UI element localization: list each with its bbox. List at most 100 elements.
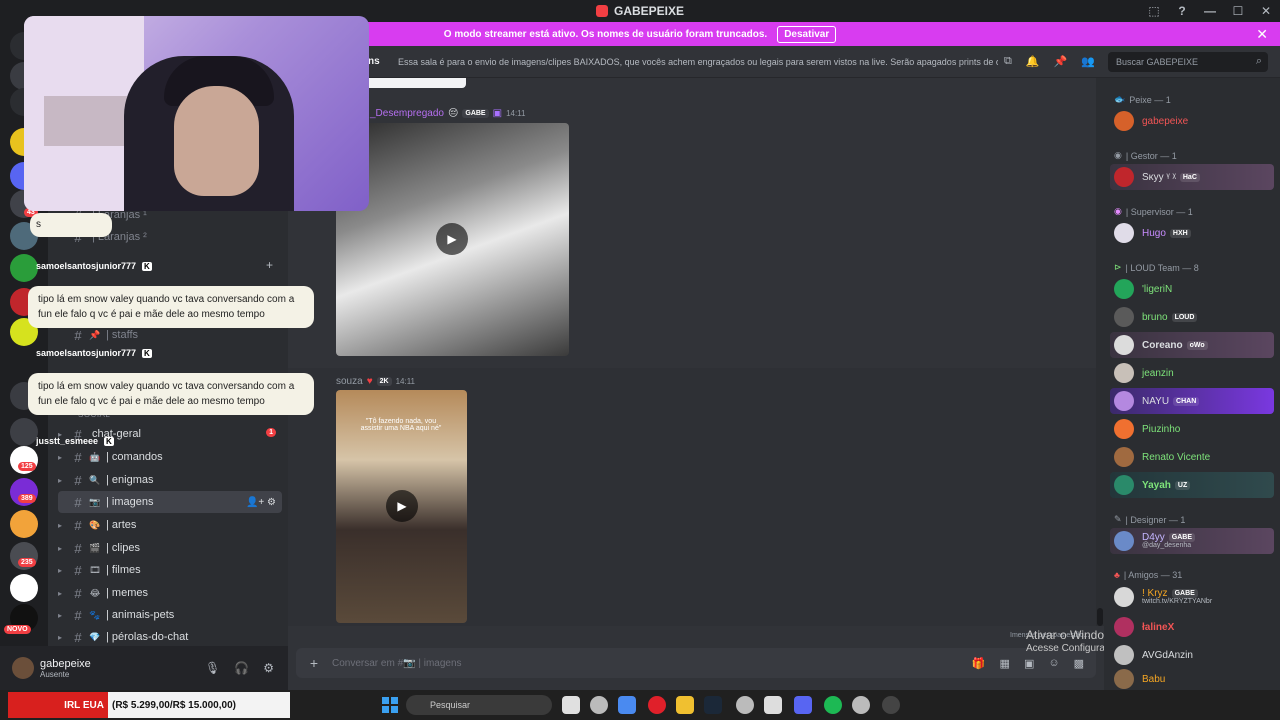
video-attachment[interactable]: ▶ <box>336 123 569 356</box>
app-icon[interactable] <box>852 696 870 714</box>
member-item[interactable]: ! Kryz GABE twitch.tv/KRYZTYANbr <box>1110 584 1274 610</box>
channel-item-clipes[interactable]: ▸ # 🎬 | clipes <box>58 537 282 559</box>
kick-icon: K <box>104 436 114 446</box>
member-item[interactable]: Sκуу ᵞ ᵡ HaC <box>1110 164 1274 190</box>
hash-icon: # <box>74 327 82 343</box>
sticker-icon[interactable]: ▣ <box>1024 657 1034 670</box>
server-icon[interactable] <box>10 254 38 282</box>
scrollbar[interactable] <box>1096 78 1104 626</box>
help-icon[interactable]: ? <box>1168 4 1196 18</box>
search-input[interactable]: Buscar GABEPEIXE ⌕ <box>1108 52 1268 72</box>
channel-item-artes[interactable]: ▸ # 🎨 | artes <box>58 514 282 536</box>
play-icon[interactable]: ▶ <box>386 490 418 522</box>
close-window-button[interactable]: ✕ <box>1252 4 1280 18</box>
video-attachment[interactable]: "Tô fazendo nada, vou assistir uma NBA a… <box>336 390 467 623</box>
app-icon[interactable] <box>590 696 608 714</box>
app-icon[interactable] <box>736 696 754 714</box>
avatar <box>1114 587 1134 607</box>
role-header-amigos: ♣ | Amigos — 31 <box>1114 570 1183 580</box>
message-header: _Desempregado 😔 GABE ▣ 14:11 <box>370 108 526 119</box>
channel-item-enigmas[interactable]: ▸ # 🔍 | enigmas <box>58 469 282 491</box>
discord-icon[interactable] <box>794 696 812 714</box>
search-icon: ⌕ <box>1255 55 1262 67</box>
headphones-icon[interactable]: 🎧 <box>234 661 249 675</box>
member-item[interactable]: AVGdAnzin <box>1110 642 1274 668</box>
bell-icon[interactable]: 🔔 <box>1026 55 1040 68</box>
channel-item-filmes[interactable]: ▸ # 🎞 | filmes <box>58 559 282 581</box>
title-brand: GABEPEIXE <box>595 4 684 18</box>
attach-plus-icon[interactable]: + <box>296 655 332 671</box>
member-item[interactable]: Renato Vicente <box>1110 444 1274 470</box>
member-item[interactable]: Coreano oWo <box>1110 332 1274 358</box>
hash-icon: # <box>74 562 82 578</box>
taskbar-search-input[interactable]: Pesquisar <box>406 695 552 715</box>
member-item[interactable]: 'ligeriN <box>1110 276 1274 302</box>
server-badge: 125 <box>18 462 36 471</box>
windows-start-icon[interactable] <box>382 697 398 713</box>
user-name: gabepeixe <box>40 657 91 670</box>
member-item[interactable]: Yayah UZ <box>1110 472 1274 498</box>
fish-icon: 🐟 <box>1114 94 1126 104</box>
member-item[interactable]: gabepeixe <box>1110 108 1274 134</box>
twitch-icon: ▣ <box>492 108 503 119</box>
member-item[interactable]: D4yy GABE @day_desenha <box>1110 528 1274 554</box>
server-icon[interactable] <box>10 510 38 538</box>
avatar <box>1114 307 1134 327</box>
message-input[interactable]: + Conversar em #📷 | imagens 🎁 ▦ ▣ ☺ ▩ <box>296 648 1096 678</box>
file-icon[interactable] <box>562 696 580 714</box>
heart-icon: ♥ <box>366 376 373 387</box>
member-item[interactable]: Piuzinho <box>1110 416 1274 442</box>
gif-icon[interactable]: ▦ <box>1000 657 1010 670</box>
opera-icon[interactable] <box>648 696 666 714</box>
apps-icon[interactable]: ▩ <box>1074 657 1084 670</box>
message-header: souza ♥ 2K 14:11 <box>336 376 415 387</box>
settings-gear-icon[interactable]: ⚙ <box>263 661 274 675</box>
channel-item-perolas-do-chat[interactable]: ▸ # 💎 | pérolas-do-chat <box>58 626 282 648</box>
channel-item-imagens[interactable]: # 📷 | imagens 👤+ ⚙ <box>58 491 282 513</box>
emoji-picker-icon[interactable]: ☺ <box>1048 657 1059 670</box>
banner-text: O modo streamer está ativo. Os nomes de … <box>443 28 768 40</box>
message-author[interactable]: souza <box>336 376 363 387</box>
avatar[interactable] <box>12 657 34 679</box>
maximize-button[interactable]: ☐ <box>1224 4 1252 18</box>
overlay-chat-bubble: tipo lá em snow valey quando vc tava con… <box>28 373 314 415</box>
unread-badge: 1 <box>266 428 276 437</box>
channel-settings-icon[interactable]: 👤+ ⚙ <box>246 497 276 508</box>
message-author[interactable]: _Desempregado <box>370 108 444 119</box>
hash-icon: # <box>74 629 82 645</box>
spotify-icon[interactable] <box>824 696 842 714</box>
server-icon[interactable] <box>10 418 38 446</box>
close-banner-icon[interactable]: ✕ <box>1256 26 1268 43</box>
member-item[interactable]: łalineX <box>1110 614 1274 640</box>
deactivate-button[interactable]: Desativar <box>777 25 837 43</box>
pin-icon[interactable]: 📌 <box>1054 55 1068 68</box>
channel-topic[interactable]: Essa sala é para o envio de imagens/clip… <box>398 57 998 67</box>
member-item[interactable]: jeanzin <box>1110 360 1274 386</box>
channel-item-animais-pets[interactable]: ▸ # 🐾 | animais-pets <box>58 604 282 626</box>
microphone-icon[interactable]: 🎙 <box>205 661 220 675</box>
taskbar: IRL EUA (R$ 5.299,00/R$ 15.000,00) Pesqu… <box>0 690 1280 720</box>
inbox-icon[interactable]: ⬚ <box>1140 4 1168 18</box>
avatar <box>1114 223 1134 243</box>
add-channel-icon[interactable]: + <box>266 258 273 272</box>
threads-icon[interactable]: ⧉ <box>1004 55 1012 68</box>
folder-icon[interactable] <box>676 696 694 714</box>
server-icon[interactable] <box>10 574 38 602</box>
member-item[interactable]: bruno LOUD <box>1110 304 1274 330</box>
obs-icon[interactable] <box>882 696 900 714</box>
channel-item-comandos[interactable]: ▸ # 🤖 | comandos <box>58 446 282 468</box>
member-item[interactable]: Hugo HXH <box>1110 220 1274 246</box>
member-item[interactable]: NAYU CHAN <box>1110 388 1274 414</box>
app-icon[interactable] <box>764 696 782 714</box>
minimize-button[interactable]: — <box>1196 4 1224 18</box>
channel-item-memes[interactable]: ▸ # 😂 | memes <box>58 582 282 604</box>
avatar <box>1114 645 1134 665</box>
member-item[interactable]: Babu <box>1110 666 1274 690</box>
gift-icon[interactable]: 🎁 <box>972 657 986 670</box>
steam-icon[interactable] <box>704 696 722 714</box>
message-list: _Desempregado 😔 GABE ▣ 14:11 ▶ souza ♥ 2… <box>288 78 1096 626</box>
play-icon[interactable]: ▶ <box>436 223 468 255</box>
composer-area: + Conversar em #📷 | imagens 🎁 ▦ ▣ ☺ ▩ <box>288 626 1104 690</box>
copilot-icon[interactable] <box>618 696 636 714</box>
member-list-icon[interactable]: 👥 <box>1081 55 1095 68</box>
